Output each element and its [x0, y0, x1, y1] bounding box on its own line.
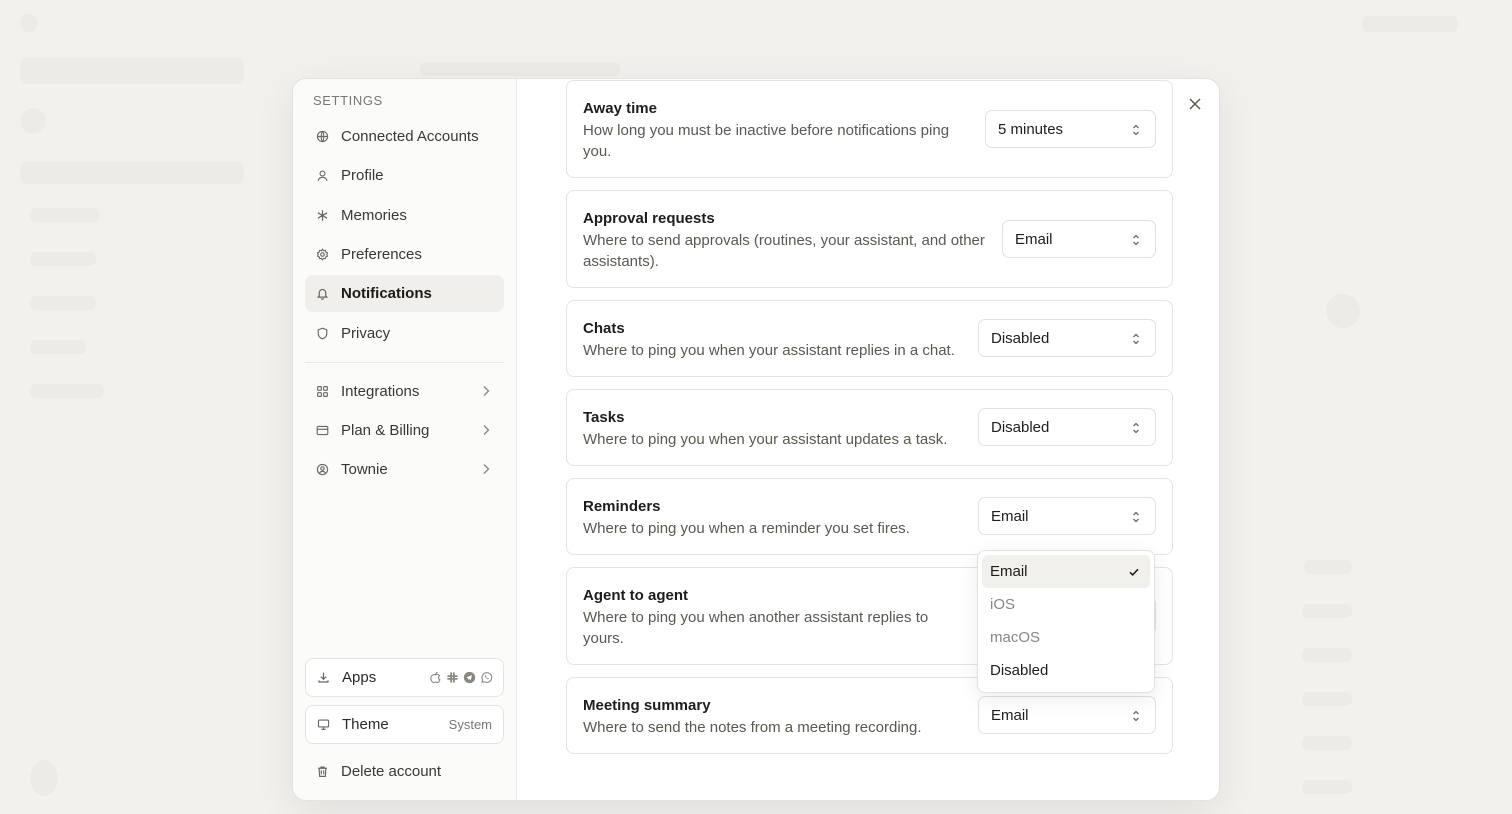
dropdown-option-ios[interactable]: iOS — [982, 588, 1150, 621]
nav-item-connected-accounts[interactable]: Connected Accounts — [305, 118, 504, 155]
setting-title: Reminders — [583, 498, 661, 515]
select-value: Email — [991, 706, 1029, 724]
setting-title: Approval requests — [583, 210, 715, 227]
setting-card-approval-requests: Approval requests Where to send approval… — [566, 190, 1173, 288]
setting-card-tasks: Tasks Where to ping you when your assist… — [566, 389, 1173, 466]
shield-icon — [315, 327, 329, 341]
chevron-up-down-icon — [1131, 709, 1141, 723]
select-value: Disabled — [991, 418, 1050, 436]
tasks-select[interactable]: Disabled — [978, 408, 1156, 446]
nav-item-townie[interactable]: Townie — [305, 451, 504, 488]
select-value: 5 minutes — [998, 120, 1064, 138]
grid-icon — [315, 385, 329, 399]
nav-item-integrations[interactable]: Integrations — [305, 373, 504, 410]
close-button[interactable] — [1185, 94, 1205, 114]
apps-button[interactable]: Apps — [305, 658, 504, 697]
nav-item-label: Connected Accounts — [341, 128, 479, 145]
setting-description: Where to ping you when a reminder you se… — [583, 520, 910, 537]
whatsapp-icon — [480, 671, 493, 684]
chevron-right-icon — [480, 423, 492, 437]
nav-item-preferences[interactable]: Preferences — [305, 236, 504, 273]
away-time-select[interactable]: 5 minutes — [985, 110, 1156, 148]
chevron-right-icon — [480, 384, 492, 398]
setting-description: Where to send the notes from a meeting r… — [583, 719, 922, 736]
reminders-dropdown-menu: Email iOS macOS Disabled — [977, 550, 1155, 693]
setting-description: Where to ping you when your assistant re… — [583, 342, 955, 359]
setting-description: Where to ping you when another assistant… — [583, 609, 929, 647]
chevron-right-icon — [480, 462, 492, 476]
chevron-up-down-icon — [1131, 332, 1141, 346]
chevron-up-down-icon — [1131, 421, 1141, 435]
nav-item-label: Notifications — [341, 285, 432, 302]
nav-item-memories[interactable]: Memories — [305, 197, 504, 234]
setting-card-away-time: Away time How long you must be inactive … — [566, 80, 1173, 178]
approval-requests-select[interactable]: Email — [1002, 220, 1156, 258]
setting-title: Chats — [583, 320, 625, 337]
monitor-icon — [316, 718, 330, 732]
bell-icon — [315, 287, 329, 301]
app-icons — [429, 671, 493, 684]
chevron-up-down-icon — [1131, 123, 1141, 137]
apple-icon — [429, 671, 442, 684]
setting-description: Where to send approvals (routines, your … — [583, 232, 985, 270]
meeting-summary-select[interactable]: Email — [978, 696, 1156, 734]
user-circle-icon — [315, 463, 329, 477]
apps-label: Apps — [342, 669, 377, 686]
delete-account-button[interactable]: Delete account — [305, 759, 504, 783]
settings-title: SETTINGS — [313, 93, 383, 108]
setting-card-reminders: Reminders Where to ping you when a remin… — [566, 478, 1173, 555]
close-icon — [1189, 98, 1201, 110]
select-value: Email — [991, 507, 1029, 525]
trash-icon — [315, 764, 329, 778]
theme-value: System — [448, 717, 492, 732]
nav-item-label: Memories — [341, 207, 407, 224]
nav-item-label: Integrations — [341, 383, 420, 400]
select-value: Email — [1015, 230, 1053, 248]
nav-item-plan-billing[interactable]: Plan & Billing — [305, 412, 504, 449]
settings-nav: SETTINGS Connected Accounts Profile Memo… — [293, 79, 517, 800]
setting-title: Away time — [583, 100, 657, 117]
setting-description: Where to ping you when your assistant up… — [583, 431, 948, 448]
download-icon — [316, 671, 330, 685]
nav-item-notifications[interactable]: Notifications — [305, 275, 504, 312]
chevron-up-down-icon — [1131, 510, 1141, 524]
nav-item-label: Preferences — [341, 246, 422, 263]
delete-account-label: Delete account — [341, 762, 442, 780]
asterisk-icon — [315, 209, 329, 223]
nav-item-label: Privacy — [341, 325, 391, 342]
setting-card-chats: Chats Where to ping you when your assist… — [566, 300, 1173, 377]
chats-select[interactable]: Disabled — [978, 319, 1156, 357]
reminders-select[interactable]: Email — [978, 497, 1156, 535]
nav-item-label: Profile — [341, 167, 384, 184]
nav-item-profile[interactable]: Profile — [305, 157, 504, 194]
dropdown-option-disabled[interactable]: Disabled — [982, 654, 1150, 687]
setting-title: Agent to agent — [583, 587, 688, 604]
setting-title: Meeting summary — [583, 697, 711, 714]
telegram-icon — [463, 671, 476, 684]
select-value: Disabled — [991, 329, 1050, 347]
setting-description: How long you must be inactive before not… — [583, 122, 950, 160]
nav-divider — [305, 362, 504, 363]
user-icon — [315, 169, 329, 183]
dropdown-option-email[interactable]: Email — [982, 555, 1150, 588]
globe-icon — [315, 130, 329, 144]
slack-icon — [446, 671, 459, 684]
nav-item-label: Plan & Billing — [341, 422, 430, 439]
nav-item-label: Townie — [341, 461, 388, 478]
check-icon — [1128, 565, 1140, 577]
theme-label: Theme — [342, 716, 389, 733]
credit-card-icon — [315, 424, 329, 438]
gear-icon — [315, 248, 329, 262]
theme-button[interactable]: Theme System — [305, 705, 504, 744]
chevron-up-down-icon — [1131, 233, 1141, 247]
dropdown-option-macos[interactable]: macOS — [982, 621, 1150, 654]
setting-title: Tasks — [583, 409, 625, 426]
nav-item-privacy[interactable]: Privacy — [305, 315, 504, 352]
